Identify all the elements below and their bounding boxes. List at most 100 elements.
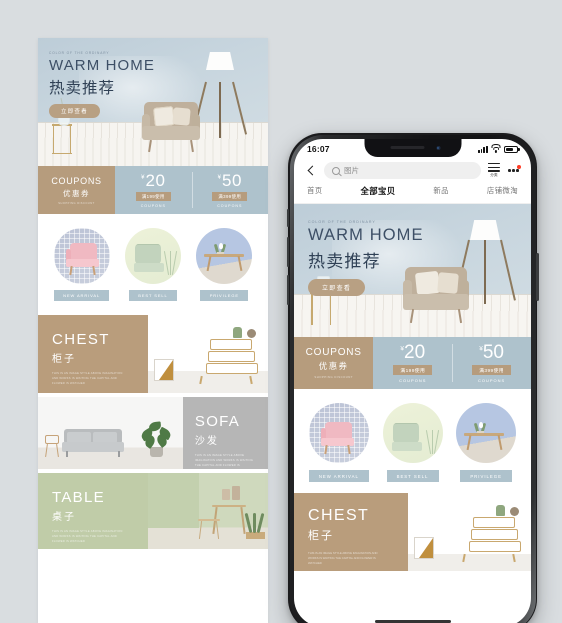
phone-coupon-value: 20 [404, 341, 426, 363]
section-sofa[interactable]: SOFA 沙发 THIS IS AN IMAGE STYLE ABOVE IMA… [38, 397, 268, 472]
notch [364, 139, 461, 157]
coupon-value: 50 [221, 171, 242, 190]
cellular-signal-icon [477, 145, 488, 153]
chest-title-cn: 柜子 [52, 354, 76, 365]
phone-section-chest[interactable]: CHEST 柜子 THIS IS AN IMAGE STYLE ABOVE IM… [294, 493, 531, 571]
chest-text-block: CHEST 柜子 THIS IS AN IMAGE STYLE ABOVE IM… [38, 315, 149, 393]
coupon-amount-20: ¥20 [141, 172, 165, 189]
phone-scroll-content[interactable]: COLOR OF THE ORDINARY WARM HOME 热卖推荐 立即查… [294, 204, 531, 571]
phone-coupon-condition-20: 满199使用 [393, 364, 433, 376]
phone-coupon-value: 50 [482, 341, 504, 363]
phone-chest-title-cn: 柜子 [308, 530, 334, 542]
phone-floor-lamp-illustration [454, 220, 516, 315]
phone-category-privilege[interactable]: PRIVILEGE [456, 403, 517, 482]
coupon-card-20[interactable]: ¥20 满199使用 COUPONS [115, 166, 192, 214]
chest-title-en: CHEST [52, 331, 110, 348]
phone-hero-banner[interactable]: COLOR OF THE ORDINARY WARM HOME 热卖推荐 立即查… [294, 204, 531, 337]
mute-switch[interactable] [286, 209, 289, 227]
phone-coupon-panel-cn: 优惠券 [318, 361, 349, 371]
phone-side-table-illustration [310, 292, 332, 325]
tab-shop-weitao[interactable]: 店铺微淘 [487, 185, 518, 197]
phone-banner-title-cn: 热卖推荐 [308, 252, 381, 272]
coupon-panel-tiny: SHOPPING DISCOUNT [58, 201, 95, 205]
sofa-image [38, 397, 183, 469]
phone-category-best-sell[interactable]: BEST SELL [382, 403, 443, 482]
table-title-cn: 桌子 [52, 512, 76, 523]
phone-coupon-card-50[interactable]: ¥50 满399使用 COUPONS [452, 337, 531, 389]
category-new-arrival[interactable]: NEW ARRIVAL [53, 228, 110, 301]
phone-screen: 16:07 图片 分类 首页 全部宝贝 新品 店铺微淘 COLOR OF THE… [294, 139, 531, 623]
sofa-title-en: SOFA [194, 413, 241, 430]
side-table-illustration [52, 124, 72, 154]
tab-new-arrivals[interactable]: 新品 [433, 185, 449, 197]
coupon-amount-50: ¥50 [218, 172, 242, 189]
phone-category-thumb-pink-chair [308, 403, 369, 463]
search-placeholder: 图片 [344, 166, 359, 175]
flat-page-mockup: COLOR OF THE ORDINARY WARM HOME 热卖推荐 立即查… [38, 38, 268, 623]
coupon-panel-en: COUPONS [51, 175, 102, 186]
more-options-button[interactable] [507, 165, 521, 176]
phone-mockup: 16:07 图片 分类 首页 全部宝贝 新品 店铺微淘 COLOR OF THE… [286, 133, 539, 623]
coupon-footer-50: COUPONS [217, 204, 243, 208]
phone-chest-description: THIS IS AN IMAGE STYLE ABOVE IMAGINATION… [308, 551, 378, 566]
coupon-value: 20 [145, 171, 166, 190]
tab-all-products[interactable]: 全部宝贝 [360, 185, 395, 197]
phone-category-new-arrival[interactable]: NEW ARRIVAL [308, 403, 369, 482]
tab-bar: 首页 全部宝贝 新品 店铺微淘 [294, 185, 531, 204]
table-image [148, 473, 268, 549]
chest-description: THIS IS AN IMAGE STYLE ABOVE IMAGINATION… [52, 372, 123, 385]
tab-home[interactable]: 首页 [307, 185, 323, 197]
banner-cta-button[interactable]: 立即查看 [49, 103, 100, 119]
search-icon [332, 166, 340, 175]
volume-up-button[interactable] [286, 237, 289, 267]
phone-category-circle-row: NEW ARRIVAL BEST SELL PRIVILEGE [294, 389, 531, 493]
phone-chest-image [407, 493, 531, 571]
phone-chest-title-en: CHEST [308, 507, 370, 524]
category-circle-row: NEW ARRIVAL BEST SELL PRIVILEGE [38, 214, 268, 311]
category-best-sell[interactable]: BEST SELL [124, 228, 181, 301]
list-icon [488, 162, 501, 173]
power-button[interactable] [536, 253, 539, 301]
category-thumb-table [196, 228, 253, 284]
coupon-panel-label: COUPONS 优惠券 SHOPPING DISCOUNT [38, 166, 116, 214]
table-text-block: TABLE 桌子 THIS IS AN IMAGE STYLE ABOVE IM… [38, 473, 149, 549]
category-label: NEW ARRIVAL [54, 290, 110, 301]
sofa-text-block: SOFA 沙发 THIS IS AN IMAGE STYLE ABOVE IMA… [182, 397, 268, 472]
category-label: PRIVILEGE [200, 290, 249, 301]
coupon-condition-50: 满399使用 [212, 192, 248, 201]
front-camera-icon [436, 146, 440, 150]
category-thumb-green-chair [124, 228, 181, 284]
phone-category-label: BEST SELL [386, 470, 439, 482]
coupon-condition-20: 满199使用 [135, 192, 171, 201]
coupon-footer-20: COUPONS [140, 204, 166, 208]
hero-banner[interactable]: COLOR OF THE ORDINARY WARM HOME 热卖推荐 立即查… [38, 38, 268, 166]
status-time: 16:07 [307, 144, 330, 154]
coupon-card-50[interactable]: ¥50 满399使用 COUPONS [191, 166, 268, 214]
battery-icon [504, 145, 520, 153]
page-root: COLOR OF THE ORDINARY WARM HOME 热卖推荐 立即查… [0, 0, 562, 623]
phone-coupon-panel-en: COUPONS [305, 347, 362, 358]
coupon-currency: ¥ [217, 175, 222, 182]
phone-chest-text-block: CHEST 柜子 THIS IS AN IMAGE STYLE ABOVE IM… [294, 493, 408, 571]
app-navigation-bar: 图片 分类 [294, 159, 531, 185]
phone-coupon-panel-label: COUPONS 优惠券 SHOPPING DISCOUNT [294, 337, 374, 389]
phone-category-label: NEW ARRIVAL [308, 470, 369, 482]
phone-coupon-strip: COUPONS 优惠券 SHOPPING DISCOUNT ¥20 满199使用… [294, 337, 531, 389]
home-indicator[interactable] [374, 619, 451, 623]
section-table[interactable]: TABLE 桌子 THIS IS AN IMAGE STYLE ABOVE IM… [38, 473, 268, 549]
floor-lamp-illustration [191, 52, 247, 138]
phone-coupon-card-20[interactable]: ¥20 满199使用 COUPONS [373, 337, 453, 389]
banner-eyebrow: COLOR OF THE ORDINARY [49, 51, 110, 55]
section-chest[interactable]: CHEST 柜子 THIS IS AN IMAGE STYLE ABOVE IM… [38, 315, 268, 393]
chest-image [148, 315, 268, 393]
sofa-description: THIS IS AN IMAGE STYLE ABOVE IMAGINATION… [194, 454, 254, 472]
volume-down-button[interactable] [286, 275, 289, 305]
phone-banner-cta-button[interactable]: 立即查看 [308, 279, 366, 296]
back-arrow-icon[interactable] [305, 165, 317, 177]
phone-banner-copy: COLOR OF THE ORDINARY WARM HOME 热卖推荐 立即查… [308, 220, 424, 296]
banner-title-cn: 热卖推荐 [49, 79, 116, 97]
category-button[interactable]: 分类 [488, 162, 501, 179]
category-privilege[interactable]: PRIVILEGE [196, 228, 253, 301]
speaker-grille [390, 146, 424, 150]
search-input[interactable]: 图片 [324, 162, 482, 179]
